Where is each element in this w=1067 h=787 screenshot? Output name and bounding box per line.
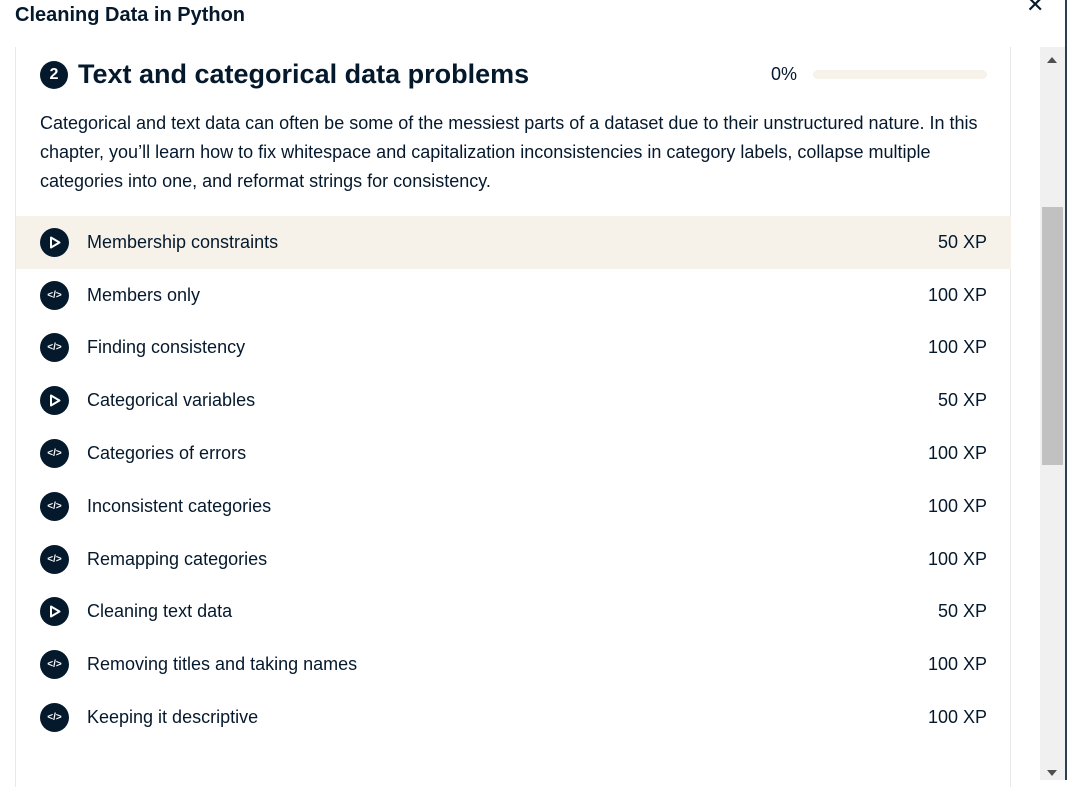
exercise-label: Members only	[87, 284, 201, 305]
chapter-title: Text and categorical data problems	[78, 59, 530, 89]
scrollbar[interactable]	[1040, 47, 1065, 780]
exercise-label: Keeping it descriptive	[87, 707, 259, 728]
code-icon: </>	[40, 439, 69, 469]
exercise-row[interactable]: Cleaning text data 50 XP	[16, 586, 1011, 639]
close-icon[interactable]: ✕	[1026, 0, 1044, 18]
exercise-label: Categorical variables	[87, 390, 256, 411]
exercise-xp: 100 XP	[927, 654, 987, 675]
exercise-label: Membership constraints	[87, 231, 279, 252]
window-title: Cleaning Data in Python	[15, 4, 246, 26]
chapter-card: 2 Text and categorical data problems 0% …	[15, 47, 1011, 787]
exercise-xp: 50 XP	[937, 231, 987, 252]
code-icon: </>	[40, 280, 69, 310]
exercise-row[interactable]: </> Inconsistent categories 100 XP	[16, 480, 1011, 533]
exercise-label: Inconsistent categories	[87, 495, 272, 516]
exercise-label: Categories of errors	[87, 443, 247, 464]
code-icon: </>	[40, 544, 69, 574]
exercise-row[interactable]: Categorical variables 50 XP	[16, 374, 1011, 427]
exercise-xp: 100 XP	[927, 707, 987, 728]
scroll-up-icon[interactable]	[1047, 57, 1057, 63]
exercise-label: Removing titles and taking names	[87, 654, 358, 675]
exercise-row[interactable]: </> Remapping categories 100 XP	[16, 533, 1011, 586]
exercise-row[interactable]: </> Removing titles and taking names 100…	[16, 638, 1011, 691]
code-icon: </>	[40, 650, 69, 680]
scrollbar-thumb[interactable]	[1042, 207, 1063, 465]
exercise-xp: 100 XP	[927, 495, 987, 516]
progress-label: 0%	[771, 64, 798, 84]
chapter-header: 2 Text and categorical data problems	[40, 59, 529, 90]
exercise-list: Membership constraints 50 XP </> Members …	[16, 216, 1011, 744]
exercise-xp: 50 XP	[937, 601, 987, 622]
exercise-xp: 100 XP	[927, 443, 987, 464]
exercise-label: Finding consistency	[87, 337, 246, 358]
exercise-xp: 100 XP	[927, 337, 987, 358]
play-icon	[40, 597, 69, 627]
progress-bar	[813, 70, 987, 79]
exercise-row[interactable]: </> Keeping it descriptive 100 XP	[16, 691, 1011, 744]
exercise-xp: 100 XP	[927, 284, 987, 305]
exercise-row[interactable]: </> Members only 100 XP	[16, 269, 1011, 322]
play-icon	[40, 386, 69, 416]
exercise-xp: 50 XP	[937, 390, 987, 411]
play-icon	[40, 227, 69, 257]
code-icon: </>	[40, 491, 69, 521]
exercise-row[interactable]: Membership constraints 50 XP	[16, 216, 1011, 269]
code-icon: </>	[40, 333, 69, 363]
exercise-label: Remapping categories	[87, 548, 268, 569]
exercise-xp: 100 XP	[927, 548, 987, 569]
scroll-down-icon[interactable]	[1047, 770, 1057, 776]
exercise-label: Cleaning text data	[87, 601, 233, 622]
chapter-number-badge: 2	[40, 60, 68, 89]
chapter-description: Categorical and text data can often be s…	[40, 113, 978, 191]
exercise-row[interactable]: </> Categories of errors 100 XP	[16, 427, 1011, 480]
exercise-row[interactable]: </> Finding consistency 100 XP	[16, 322, 1011, 375]
code-icon: </>	[40, 703, 69, 733]
